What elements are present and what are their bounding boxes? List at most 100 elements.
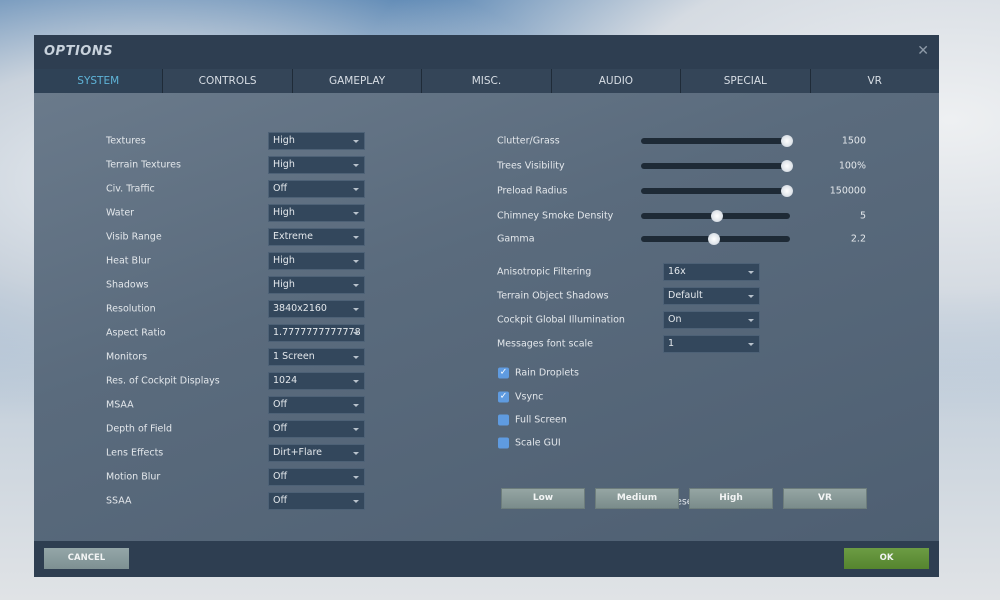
preset-medium-button[interactable]: Medium [595,488,679,509]
title-bar: OPTIONS ✕ [34,35,939,69]
setting-dropdown[interactable]: High [268,252,365,270]
setting-label: Depth of Field [106,423,173,435]
setting-dropdown[interactable]: 1 [663,335,760,353]
chevron-down-icon [353,140,359,143]
setting-dropdown[interactable]: High [268,204,365,222]
setting-label: Messages font scale [497,338,594,350]
setting-label: Water [106,207,135,219]
slider-handle[interactable] [711,210,723,222]
close-icon[interactable]: ✕ [917,43,929,59]
dropdown-value: Off [273,471,288,482]
setting-dropdown[interactable]: 16x [663,263,760,281]
tab-gameplay[interactable]: GAMEPLAY [291,69,422,93]
preset-high-button[interactable]: High [689,488,773,509]
chevron-down-icon [353,380,359,383]
checkbox-vsync[interactable]: ✓ [498,391,509,403]
dropdown-value: Extreme [273,231,313,242]
slider-track[interactable] [641,135,793,147]
slider-track[interactable] [641,210,790,222]
dropdown-value: Dirt+Flare [273,447,323,458]
slider-track[interactable] [641,233,790,245]
dropdown-value: High [273,135,295,146]
slider-track[interactable] [641,160,793,172]
chevron-down-icon [353,332,359,335]
chevron-down-icon [353,260,359,263]
setting-label: Shadows [106,279,149,291]
slider-value: 2.2 [850,233,866,245]
preset-vr-button[interactable]: VR [783,488,867,509]
setting-dropdown[interactable]: Off [268,468,365,486]
setting-label: Terrain Object Shadows [497,290,609,302]
chevron-down-icon [353,404,359,407]
setting-dropdown[interactable]: Default [663,287,760,305]
checkbox-scale-gui[interactable] [498,437,509,449]
slider-label: Gamma [497,233,535,245]
setting-dropdown[interactable]: 3840x2160 [268,300,365,318]
slider-label: Chimney Smoke Density [497,210,614,222]
setting-dropdown[interactable]: Off [268,420,365,438]
setting-dropdown[interactable]: 1.7777777777778 [268,324,365,342]
slider-value: 150000 [829,185,866,197]
tab-audio[interactable]: AUDIO [550,69,681,93]
dropdown-value: 1.7777777777778 [273,327,361,338]
checkbox-label: Full Screen [515,414,567,426]
setting-label: Lens Effects [106,447,164,459]
setting-dropdown[interactable]: High [268,156,365,174]
dropdown-value: Off [273,399,288,410]
setting-label: Visib Range [106,231,162,243]
cancel-button[interactable]: CANCEL [44,548,129,569]
tab-special[interactable]: SPECIAL [680,69,810,93]
setting-dropdown[interactable]: On [663,311,760,329]
dropdown-value: 1 Screen [273,351,315,362]
setting-label: Resolution [106,303,156,315]
checkbox-full-screen[interactable] [498,414,509,426]
checkbox-label: Scale GUI [515,437,561,449]
chevron-down-icon [353,212,359,215]
setting-dropdown[interactable]: Off [268,180,365,198]
dropdown-value: 3840x2160 [273,303,327,314]
footer: CANCEL OK [34,541,939,577]
tab-vr[interactable]: VR [809,69,939,93]
setting-label: Motion Blur [106,471,161,483]
chevron-down-icon [353,356,359,359]
dropdown-value: 1 [668,338,675,349]
setting-dropdown[interactable]: Off [268,492,365,510]
tab-controls[interactable]: CONTROLS [162,69,292,93]
setting-label: Textures [106,135,146,147]
system-settings-panel: Presets Textures High Terrain Textures High… [34,93,939,541]
tab-misc[interactable]: MISC. [421,69,551,93]
tab-system[interactable]: SYSTEM [34,69,163,93]
setting-dropdown[interactable]: 1 Screen [268,348,365,366]
slider-handle[interactable] [708,233,721,245]
checkbox-rain-droplets[interactable]: ✓ [498,367,509,379]
dropdown-value: 1024 [273,375,298,386]
chevron-down-icon [353,476,359,479]
tab-bar: SYSTEM CONTROLS GAMEPLAY MISC. AUDIO SPECIAL V… [34,69,939,93]
dropdown-value: High [273,207,295,218]
setting-label: Cockpit Global Illumination [497,314,625,326]
slider-track[interactable] [641,185,793,197]
slider-label: Preload Radius [497,185,568,197]
options-dialog: OPTIONS ✕ SYSTEM CONTROLS GAMEPLAY MISC. AUD… [34,35,939,577]
setting-dropdown[interactable]: High [268,132,365,150]
setting-label: Terrain Textures [106,159,181,171]
chevron-down-icon [353,308,359,311]
preset-low-button[interactable]: Low [501,488,585,509]
setting-dropdown[interactable]: Off [268,396,365,414]
setting-dropdown[interactable]: Extreme [268,228,365,246]
chevron-down-icon [748,271,754,274]
dropdown-value: On [668,314,682,325]
dropdown-value: 16x [668,266,686,277]
slider-value: 5 [859,210,866,222]
dropdown-value: High [273,279,295,290]
dropdown-value: Off [273,183,288,194]
setting-dropdown[interactable]: Dirt+Flare [268,444,365,462]
chevron-down-icon [748,295,754,298]
setting-dropdown[interactable]: High [268,276,365,294]
slider-value: 1500 [841,135,866,147]
setting-label: Civ. Traffic [106,183,155,195]
checkbox-label: Vsync [515,391,544,403]
setting-dropdown[interactable]: 1024 [268,372,365,390]
ok-button[interactable]: OK [844,548,929,569]
setting-label: SSAA [106,495,132,507]
